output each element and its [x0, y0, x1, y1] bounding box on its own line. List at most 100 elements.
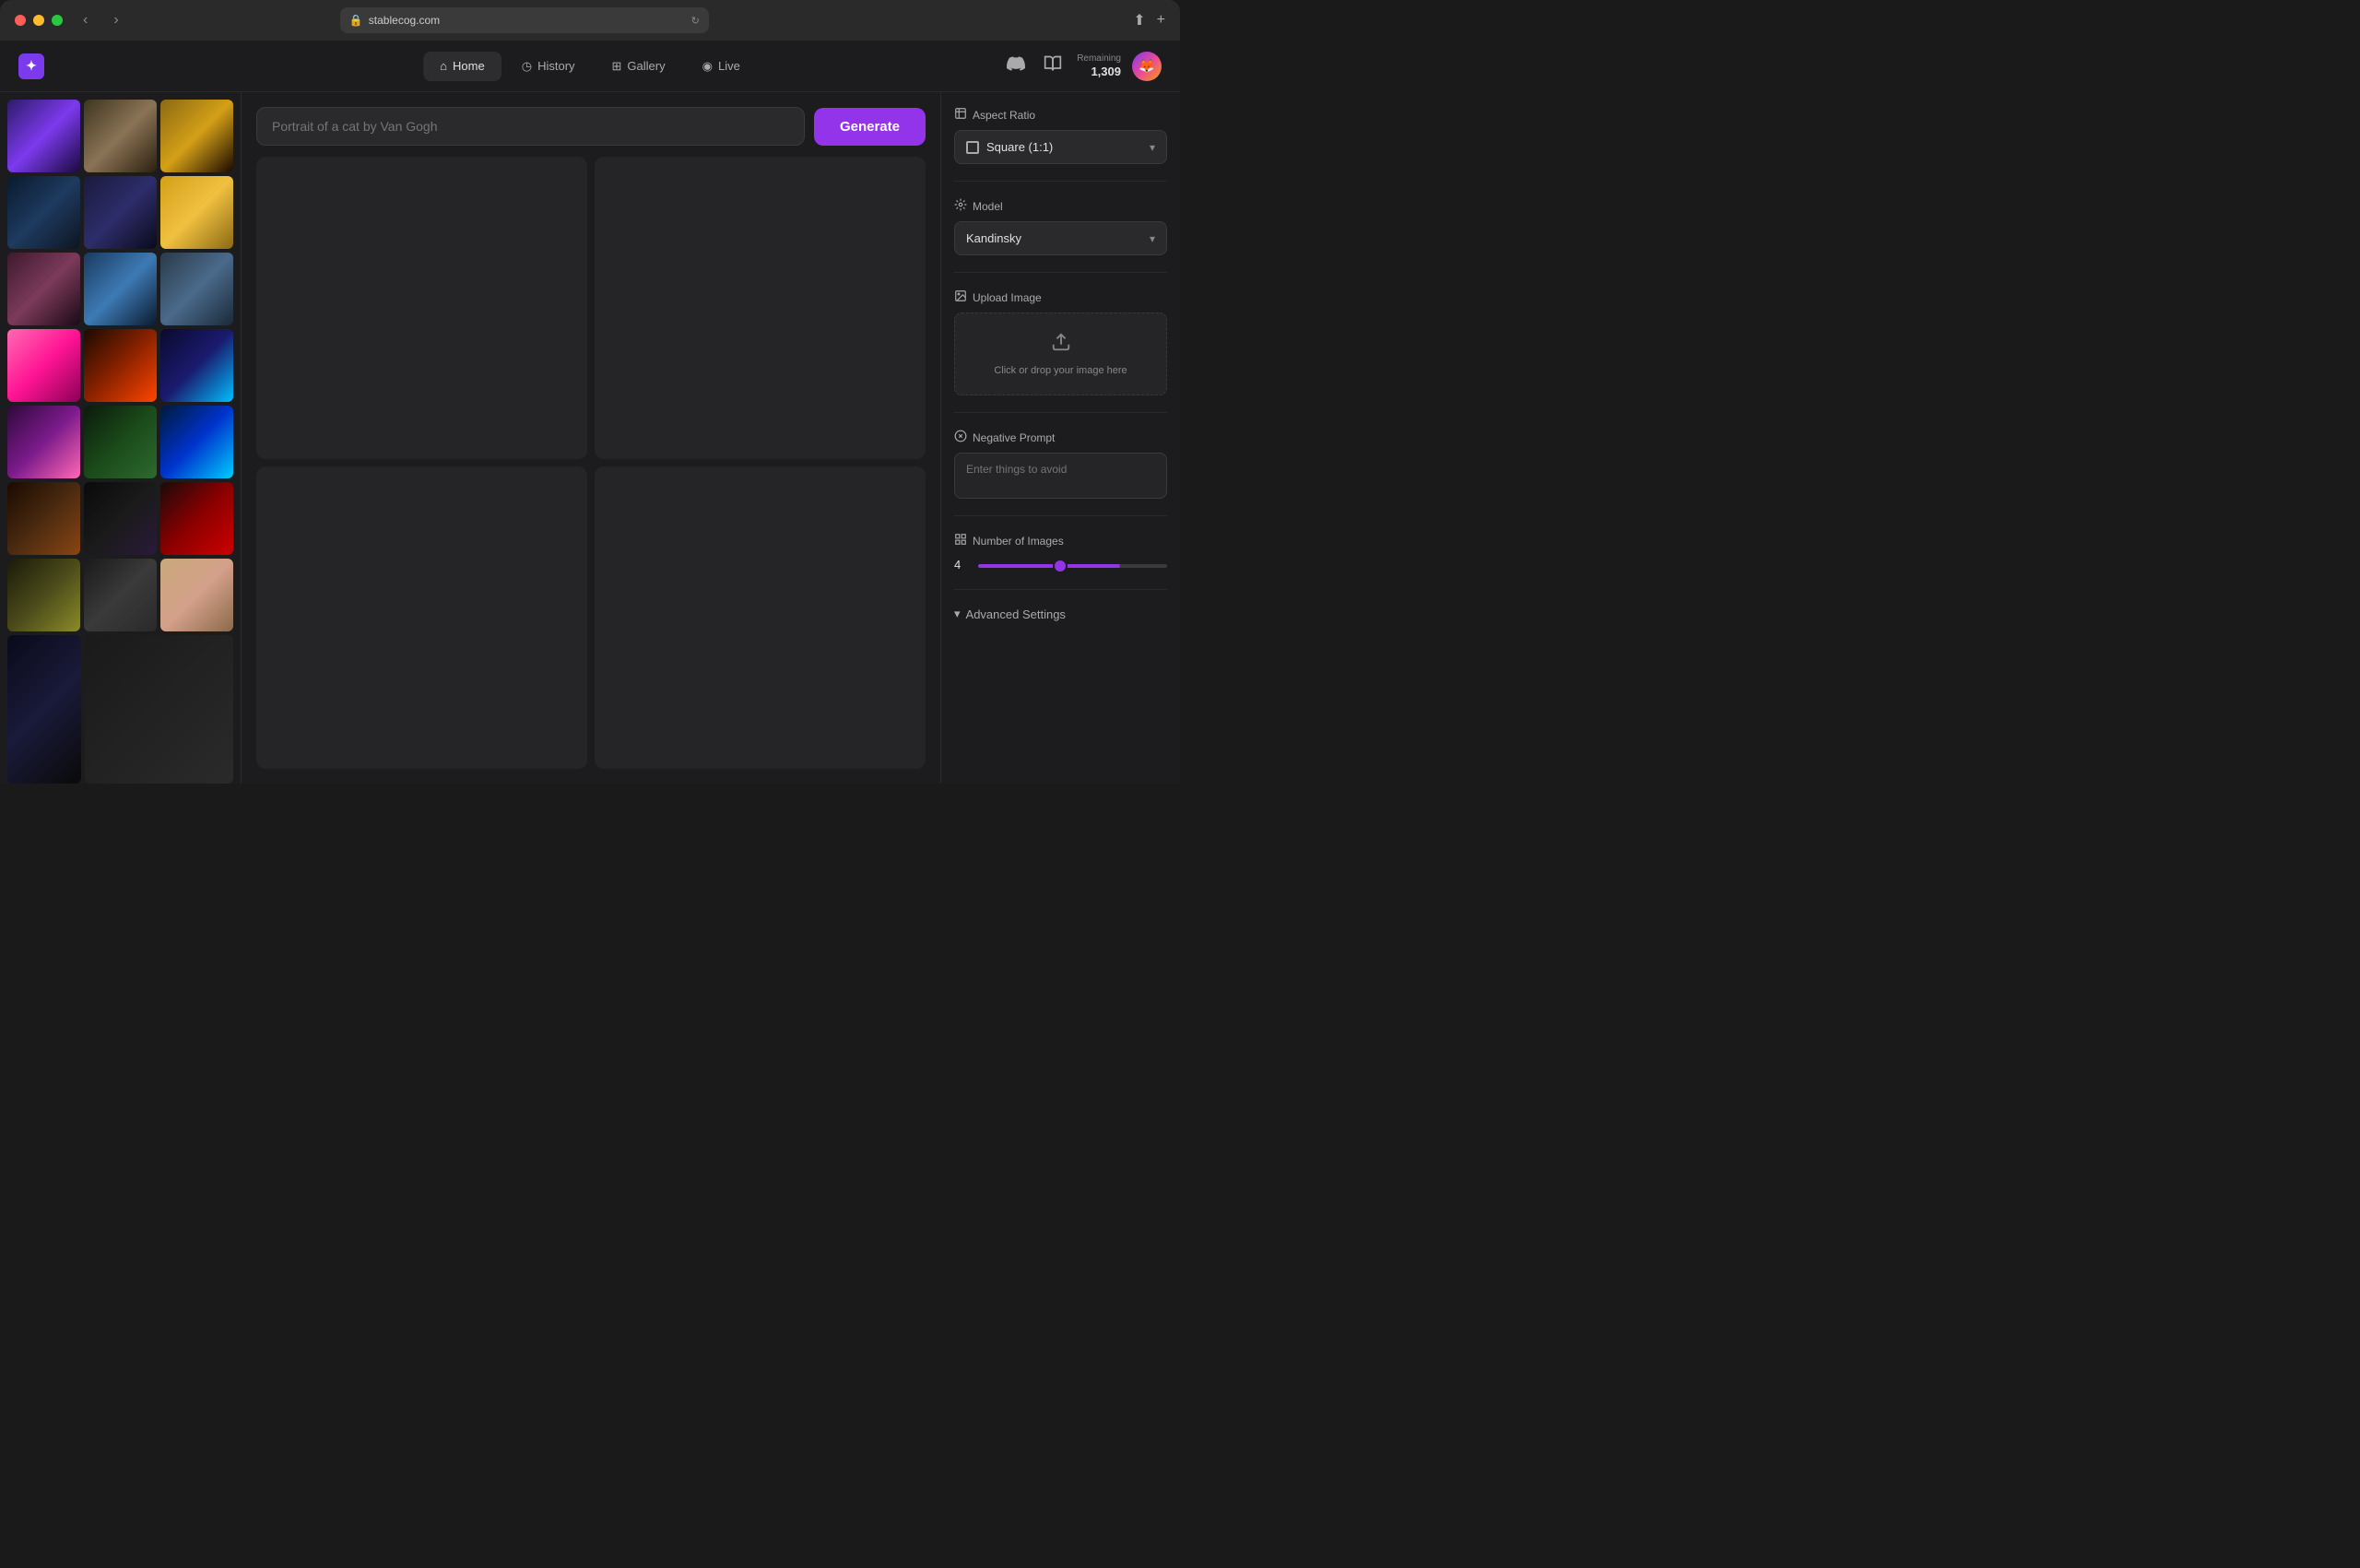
avatar[interactable]: 🦊: [1132, 52, 1162, 81]
gallery-image[interactable]: [160, 253, 233, 325]
remaining-badge: Remaining 1,309: [1077, 53, 1121, 80]
gallery-image[interactable]: [84, 100, 157, 172]
model-select[interactable]: Kandinsky ▾: [954, 221, 1167, 255]
gallery-image[interactable]: [84, 482, 157, 555]
nav-tabs: ⌂ Home ◷ History ⊞ Gallery ◉ Live: [423, 52, 757, 81]
logo-icon: ✦: [26, 58, 37, 74]
top-nav-right: Remaining 1,309 🦊: [1003, 51, 1162, 81]
image-cell-3: [256, 466, 587, 769]
gallery-image[interactable]: [160, 329, 233, 402]
discord-button[interactable]: [1003, 51, 1029, 81]
forward-button[interactable]: ›: [108, 8, 124, 32]
gallery-image[interactable]: [160, 176, 233, 249]
gallery-image[interactable]: [7, 253, 80, 325]
docs-button[interactable]: [1040, 51, 1066, 81]
gallery-image[interactable]: [7, 100, 80, 172]
main-content: Generate: [242, 92, 940, 784]
image-cell-4: [595, 466, 926, 769]
negative-prompt-icon: [954, 430, 967, 445]
live-icon: ◉: [702, 59, 713, 74]
close-button[interactable]: [15, 15, 26, 26]
gallery-image[interactable]: [84, 253, 157, 325]
gallery-icon: ⊞: [612, 59, 622, 74]
tab-live[interactable]: ◉ Live: [686, 52, 757, 81]
gallery-image[interactable]: [160, 406, 233, 478]
new-tab-button[interactable]: +: [1157, 12, 1165, 29]
gallery-image[interactable]: [160, 100, 233, 172]
top-nav: ✦ ⌂ Home ◷ History ⊞ Gallery ◉ Live: [0, 41, 1180, 92]
num-images-label: Number of Images: [954, 533, 1167, 548]
titlebar-right: ⬆ +: [1133, 11, 1165, 29]
model-chevron-icon: ▾: [1150, 232, 1155, 245]
lock-icon: 🔒: [349, 14, 363, 27]
history-icon: ◷: [522, 59, 532, 74]
gallery-image[interactable]: [84, 406, 157, 478]
prompt-input[interactable]: [256, 107, 805, 146]
maximize-button[interactable]: [52, 15, 63, 26]
advanced-settings-toggle[interactable]: ▾ Advanced Settings: [954, 607, 1167, 621]
address-bar[interactable]: 🔒 stablecog.com ↻: [340, 7, 709, 33]
image-grid: [256, 157, 926, 769]
aspect-ratio-select[interactable]: Square (1:1) ▾: [954, 130, 1167, 164]
app-container: ✦ ⌂ Home ◷ History ⊞ Gallery ◉ Live: [0, 41, 1180, 784]
divider-3: [954, 412, 1167, 413]
gallery-image[interactable]: [7, 635, 81, 784]
tab-gallery[interactable]: ⊞ Gallery: [596, 52, 682, 81]
tab-home[interactable]: ⌂ Home: [423, 52, 502, 81]
gallery-row-1: [7, 100, 233, 172]
gallery-image[interactable]: [160, 482, 233, 555]
gallery-image[interactable]: [7, 176, 80, 249]
upload-icon: [954, 289, 967, 305]
gallery-image[interactable]: [84, 176, 157, 249]
back-button[interactable]: ‹: [77, 8, 93, 32]
gallery-image[interactable]: [160, 559, 233, 631]
upload-area[interactable]: Click or drop your image here: [954, 312, 1167, 395]
remaining-count: 1,309: [1091, 65, 1121, 80]
advanced-settings-section: ▾ Advanced Settings: [954, 607, 1167, 621]
prompt-bar: Generate: [256, 107, 926, 146]
minimize-button[interactable]: [33, 15, 44, 26]
gallery-image[interactable]: [7, 329, 80, 402]
aspect-ratio-icon: [954, 107, 967, 123]
negative-prompt-input[interactable]: [954, 453, 1167, 499]
divider-5: [954, 589, 1167, 590]
upload-image-section: Upload Image Click or drop your image he…: [954, 289, 1167, 395]
negative-prompt-label: Negative Prompt: [954, 430, 1167, 445]
gallery-image[interactable]: [7, 406, 80, 478]
gallery-image[interactable]: [84, 559, 157, 631]
model-icon: [954, 198, 967, 214]
num-images-slider-container: [978, 556, 1167, 572]
gallery-row-4: [7, 329, 233, 402]
image-cell-1: [256, 157, 587, 459]
num-images-slider[interactable]: [978, 564, 1167, 568]
divider-4: [954, 515, 1167, 516]
right-panel: Aspect Ratio Square (1:1) ▾ Mode: [940, 92, 1180, 784]
chevron-down-icon: ▾: [1150, 141, 1155, 154]
url-text: stablecog.com: [369, 14, 440, 27]
gallery-image[interactable]: [84, 329, 157, 402]
gallery-image[interactable]: [7, 559, 80, 631]
gallery-row-8: [7, 635, 233, 784]
upload-image-label: Upload Image: [954, 289, 1167, 305]
logo: ✦: [18, 53, 44, 79]
generate-button[interactable]: Generate: [814, 108, 926, 146]
divider-2: [954, 272, 1167, 273]
negative-prompt-section: Negative Prompt: [954, 430, 1167, 499]
reload-icon[interactable]: ↻: [691, 15, 700, 27]
divider-1: [954, 181, 1167, 182]
num-images-icon: [954, 533, 967, 548]
gallery-row-3: [7, 253, 233, 325]
model-section: Model Kandinsky ▾: [954, 198, 1167, 255]
gallery-image[interactable]: [85, 635, 233, 784]
square-icon: [966, 141, 979, 154]
tab-history[interactable]: ◷ History: [505, 52, 592, 81]
chevron-right-icon: ▾: [954, 607, 961, 621]
gallery-image[interactable]: [7, 482, 80, 555]
share-button[interactable]: ⬆: [1133, 11, 1145, 29]
gallery-row-6: [7, 482, 233, 555]
aspect-ratio-section: Aspect Ratio Square (1:1) ▾: [954, 107, 1167, 164]
remaining-label: Remaining: [1077, 53, 1121, 65]
model-label: Model: [954, 198, 1167, 214]
sidebar-gallery: [0, 92, 242, 784]
image-cell-2: [595, 157, 926, 459]
